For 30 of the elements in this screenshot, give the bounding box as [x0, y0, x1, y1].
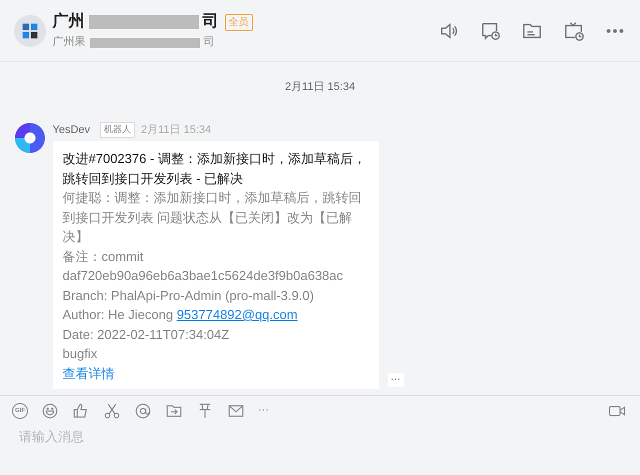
message-line: Author: He Jiecong — [62, 307, 174, 322]
group-title: 广州 — [52, 11, 84, 32]
bot-tag: 机器人 — [100, 122, 136, 138]
scissors-icon[interactable] — [103, 402, 121, 420]
message-title: 改进#7002376 - 调整：添加新接口时，添加草稿后，跳转回到接口开发列表 - 已解决 — [62, 150, 367, 188]
bot-avatar — [14, 122, 46, 154]
smiley-icon[interactable] — [41, 402, 59, 420]
tv-clock-icon[interactable] — [562, 20, 584, 42]
group-title: 司 — [202, 12, 218, 32]
member-badge: 全员 — [224, 14, 252, 31]
folder-arrow-icon[interactable] — [165, 402, 183, 420]
message-line: 备注：commit — [62, 248, 144, 266]
thumbs-up-icon[interactable] — [72, 402, 90, 420]
message-line: 何捷聪：调整：添加新接口时，添加草稿后，跳转回到接口开发列表 问题状态从【已关闭】改为【已解决】 — [62, 189, 362, 246]
message-line: Date: 2022-02-11T07:34:04Z — [62, 326, 230, 344]
sender-name: YesDev — [52, 122, 90, 138]
more-button[interactable]: ··· — [388, 373, 404, 387]
group-subtitle: 广州果 — [52, 34, 86, 50]
message-line: Branch: PhalApi-Pro-Admin (pro-mall-3.9.0) — [62, 286, 315, 305]
at-sign-icon[interactable] — [134, 402, 152, 420]
details-link[interactable]: 查看详情 — [62, 364, 368, 383]
envelope-icon[interactable] — [227, 402, 245, 420]
date-divider: 2月11日 15:34 — [284, 80, 356, 95]
more-button[interactable]: ··· — [258, 402, 269, 420]
message-line: daf720eb90a96eb6a3bae1c5624de3f9b0a638ac — [62, 267, 344, 285]
email-link[interactable]: 953774892@qq.com — [176, 307, 298, 322]
message-line: bugfix — [62, 345, 98, 363]
message-input[interactable]: 请输入消息 — [12, 426, 626, 446]
group-subtitle: 司 — [204, 35, 214, 50]
message-time: 2月11日 15:34 — [141, 122, 212, 138]
